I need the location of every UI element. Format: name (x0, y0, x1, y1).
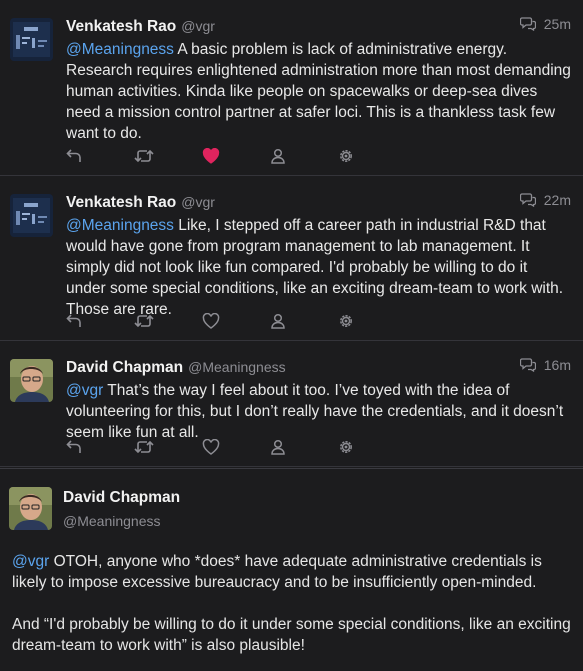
action-bar (66, 437, 406, 457)
like-button[interactable] (202, 311, 270, 331)
mention-link[interactable]: @Meaningness (66, 217, 174, 234)
reply-button[interactable] (66, 311, 134, 331)
retweet-button[interactable] (134, 437, 202, 457)
follow-button[interactable] (270, 437, 338, 457)
settings-button[interactable] (338, 311, 406, 331)
reply-icon (66, 314, 81, 327)
author-name[interactable]: Venkatesh Rao (66, 194, 176, 212)
mention-link[interactable]: @Meaningness (66, 41, 174, 58)
like-button[interactable] (202, 437, 270, 457)
author-handle[interactable]: @Meaningness (63, 513, 180, 529)
mention-link[interactable]: @vgr (66, 382, 103, 399)
follow-icon (271, 148, 285, 164)
follow-button[interactable] (270, 311, 338, 331)
conversation-icon (519, 193, 536, 207)
timestamp[interactable]: 22m (544, 192, 571, 208)
author-handle[interactable]: @Meaningness (188, 359, 286, 375)
settings-icon (340, 441, 352, 453)
action-bar (66, 146, 406, 166)
tweet-paragraph: @vgr OTOH, anyone who *does* have adequa… (12, 551, 572, 593)
reply-button[interactable] (66, 437, 134, 457)
avatar[interactable] (10, 359, 53, 402)
conversation-icon (519, 17, 536, 31)
tweet[interactable]: Venkatesh Rao @vgr 22m @Meaningness Like… (0, 176, 583, 341)
expanded-tweet: David Chapman @Meaningness @vgr OTOH, an… (0, 468, 583, 656)
retweet-icon (134, 314, 154, 328)
follow-icon (271, 313, 285, 329)
follow-icon (271, 439, 285, 455)
like-icon (202, 313, 220, 329)
author-name[interactable]: David Chapman (66, 359, 183, 377)
retweet-icon (134, 440, 154, 454)
conversation-icon (519, 358, 536, 372)
settings-icon (340, 315, 352, 327)
tweet[interactable]: David Chapman @Meaningness 16m @vgr That… (0, 341, 583, 467)
reply-button[interactable] (66, 146, 134, 166)
author-name[interactable]: David Chapman (63, 489, 180, 506)
avatar[interactable] (10, 18, 53, 61)
like-icon (202, 439, 220, 455)
like-icon (202, 148, 220, 164)
retweet-button[interactable] (134, 311, 202, 331)
author-handle[interactable]: @vgr (181, 18, 215, 34)
follow-button[interactable] (270, 146, 338, 166)
author-handle[interactable]: @vgr (181, 194, 215, 210)
tweet[interactable]: Venkatesh Rao @vgr 25m @Meaningness A ba… (0, 0, 583, 176)
tweet-body: OTOH, anyone who *does* have adequate ad… (12, 553, 542, 591)
tweet-text: @Meaningness Like, I stepped off a caree… (66, 215, 571, 320)
avatar[interactable] (10, 194, 53, 237)
retweet-button[interactable] (134, 146, 202, 166)
author-name[interactable]: Venkatesh Rao (66, 18, 176, 36)
avatar[interactable] (9, 487, 52, 530)
action-bar (66, 311, 406, 331)
like-button[interactable] (202, 146, 270, 166)
settings-button[interactable] (338, 146, 406, 166)
tweet-text: @vgr OTOH, anyone who *does* have adequa… (12, 551, 572, 656)
tweet-text: @Meaningness A basic problem is lack of … (66, 39, 571, 144)
reply-icon (66, 440, 81, 453)
settings-icon (340, 150, 352, 162)
mention-link[interactable]: @vgr (12, 553, 49, 570)
tweet-text: @vgr That’s the way I feel about it too.… (66, 380, 571, 443)
retweet-icon (134, 149, 154, 163)
tweet-body: That’s the way I feel about it too. I’ve… (66, 382, 564, 441)
timestamp[interactable]: 16m (544, 357, 571, 373)
settings-button[interactable] (338, 437, 406, 457)
timestamp[interactable]: 25m (544, 16, 571, 32)
reply-icon (66, 149, 81, 162)
tweet-paragraph: And “I'd probably be willing to do it un… (12, 616, 571, 654)
